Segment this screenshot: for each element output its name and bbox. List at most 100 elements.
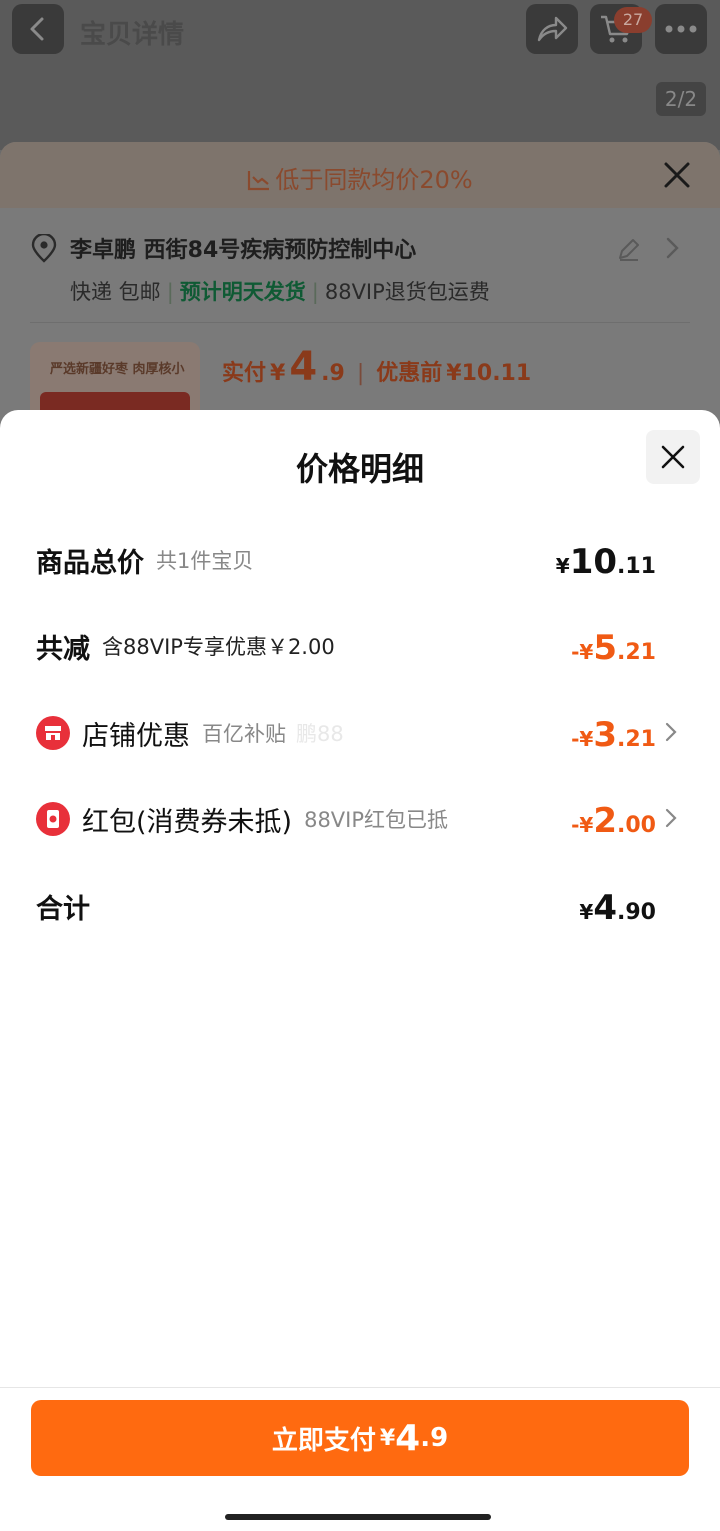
row-label: 共减 含88VIP专享优惠￥2.00 [36,621,335,671]
cart-count-badge: 27 [614,7,652,33]
pay-int: 4 [395,1417,421,1459]
amount-dec: .11 [617,554,656,579]
share-icon [537,16,568,42]
product-price: 实付 ¥ 4.9 | 优惠前 ¥10.11 [222,344,531,390]
row-title: 红包(消费券未抵) [82,806,293,838]
amount-value: - ¥2.00 [571,796,656,851]
row-amount: ¥10.11 [556,535,656,585]
address-section[interactable]: 李卓鹏 西街84号疾病预防控制中心 快递 包邮 | 预计明天发货 | 88VIP退货包运… [0,208,720,442]
home-indicator[interactable] [225,1514,491,1520]
row-title: 共减 [36,633,90,665]
amount-int: 3 [593,715,618,755]
amount-int: 4 [593,888,618,928]
amount-yen: ¥ [579,900,594,924]
amount-int: 10 [569,542,618,582]
back-button[interactable] [12,4,64,54]
row-grand-total: 合计 ¥4.90 [0,881,720,931]
price-banner: 低于同款均价20% [0,142,720,208]
close-icon [661,445,685,469]
amount-value: - ¥3.21 [571,710,656,765]
amount-yen: ¥ [579,640,594,664]
row-title: 合计 [36,893,90,925]
divider [30,322,690,323]
product-image-caption: 严选新疆好枣 肉厚核小 [50,362,185,377]
amount-yen: ¥ [579,727,594,751]
row-total-discount: 共减 含88VIP专享优惠￥2.00 - ¥5.21 [0,621,720,671]
separator: | [166,280,174,304]
row-label: 店铺优惠 百亿补贴 鹏88 [36,708,344,758]
shipping-eta: 预计明天发货 [179,280,306,304]
amount-yen: ¥ [555,554,570,578]
amount-sign: - [571,813,580,837]
before-value: ¥10.11 [446,361,532,386]
red-packet-icon [36,802,70,836]
row-amount: - ¥5.21 [571,621,656,671]
row-subtitle: 含88VIP专享优惠￥2.00 [102,635,335,659]
amount-int: 2 [593,801,618,841]
pay-label: 立即支付 [271,1425,376,1456]
close-button[interactable] [646,430,700,484]
pay-now-button[interactable]: 立即支付 ¥ 4.9 [31,1400,689,1476]
more-button[interactable] [655,4,707,54]
amount-sign: - [571,640,580,664]
amount-value: ¥4.90 [579,883,656,938]
edit-icon[interactable] [616,236,642,266]
shipping-method: 快递 包邮 [70,280,161,304]
amount-value: ¥10.11 [556,537,656,592]
back-icon [30,17,44,41]
before-label: 优惠前 [376,361,443,386]
banner-close-button[interactable] [662,160,692,194]
address-text: 李卓鹏 西街84号疾病预防控制中心 [70,238,417,263]
more-icon [665,25,697,33]
amount-value: - ¥5.21 [571,623,656,678]
close-icon [664,162,690,188]
chevron-right-icon [664,721,678,747]
row-title: 店铺优惠 [82,720,190,752]
amount-dec: .21 [617,727,656,752]
location-icon [30,232,58,268]
amount-dec: .90 [617,900,656,925]
separator: | [356,361,365,386]
shop-icon [36,716,70,750]
shipping-info: 快递 包邮 | 预计明天发货 | 88VIP退货包运费 [70,276,490,306]
price-banner-text: 低于同款均价20% [0,160,720,195]
paid-int: 4 [289,344,318,390]
row-amount: - ¥2.00 [571,794,656,844]
chevron-right-icon [664,236,680,264]
return-note: 88VIP退货包运费 [324,280,490,304]
price-banner-label: 低于同款均价20% [275,166,473,194]
amount-yen: ¥ [579,813,594,837]
divider [0,1387,720,1388]
paid-dec: .9 [321,361,345,386]
row-subtitle: 百亿补贴 [202,722,286,746]
row-red-packet[interactable]: 红包(消费券未抵) 88VIP红包已抵 - ¥2.00 [0,794,720,844]
pay-yen: ¥ [379,1425,396,1451]
separator: | [311,280,319,304]
row-extra: 鹏88 [296,722,344,746]
image-page-indicator: 2/2 [656,82,706,116]
amount-dec: .21 [617,640,656,665]
row-subtitle: 88VIP红包已抵 [304,808,449,832]
row-shop-discount[interactable]: 店铺优惠 百亿补贴 鹏88 - ¥3.21 [0,708,720,758]
share-button[interactable] [526,4,578,54]
row-label: 商品总价 共1件宝贝 [36,535,253,585]
paid-yen: ¥ [270,361,286,386]
row-label: 红包(消费券未抵) 88VIP红包已抵 [36,794,448,844]
chevron-right-icon [664,807,678,833]
pay-dec: .9 [420,1423,449,1453]
row-title: 商品总价 [36,547,144,579]
row-subtitle: 共1件宝贝 [156,549,254,573]
paid-label: 实付 [222,361,267,386]
row-label: 合计 [36,881,90,931]
page-title: 宝贝详情 [80,20,185,50]
row-item-total: 商品总价 共1件宝贝 ¥10.11 [0,535,720,585]
amount-int: 5 [593,628,618,668]
row-amount: ¥4.90 [579,881,656,931]
sheet-title: 价格明细 [295,450,424,488]
row-amount: - ¥3.21 [571,708,656,758]
order-sheet: 低于同款均价20% 李卓鹏 西街84号疾病预防控制中心 快递 包邮 | 预计明天发货… [0,142,720,442]
amount-dec: .00 [617,813,656,838]
amount-sign: - [571,727,580,751]
trend-icon [248,171,270,191]
price-detail-sheet: 价格明细 商品总价 共1件宝贝 ¥10.11 共减 含88VIP专享优惠￥2.0… [0,410,720,1531]
